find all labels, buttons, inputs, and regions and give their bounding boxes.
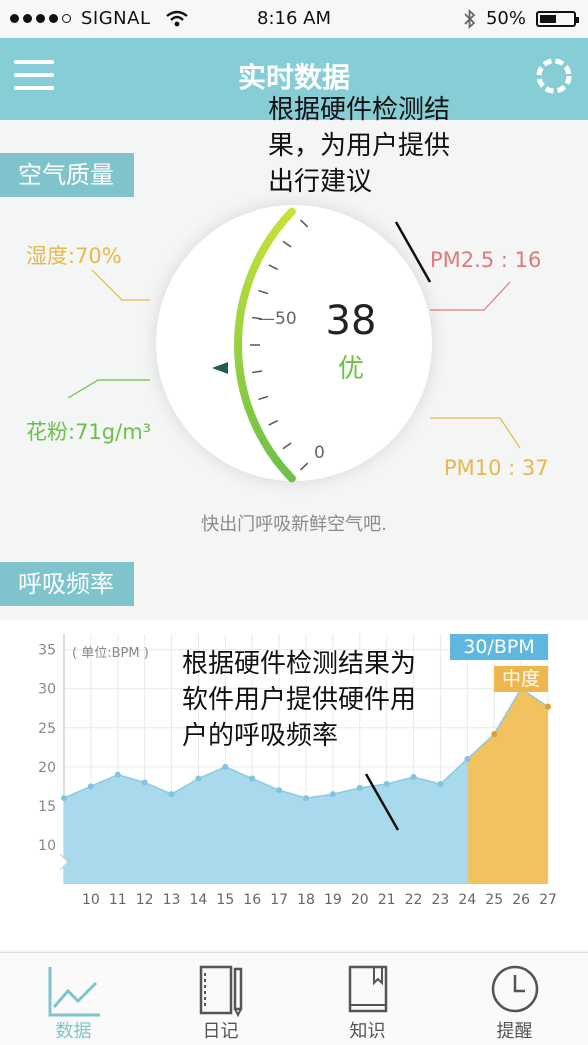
tab-reminder[interactable]: 提醒	[441, 953, 588, 1045]
x-tick-label: 25	[485, 892, 503, 908]
x-tick-label: 21	[378, 892, 396, 908]
x-tick-label: 20	[351, 892, 369, 908]
data-point	[168, 791, 175, 798]
annotation-top: 根据硬件检测结 果，为用户提供 出行建议	[268, 92, 450, 200]
gauge-pointer	[212, 362, 228, 374]
data-point	[222, 763, 229, 770]
data-point	[464, 756, 471, 762]
level-badge: 中度	[494, 666, 548, 692]
y-tick-label: 10	[38, 838, 56, 854]
gauge-tick	[299, 219, 309, 228]
pollen-label: 花粉:71g/m³	[26, 420, 152, 444]
tab-data[interactable]: 数据	[0, 953, 147, 1045]
x-tick-label: 22	[405, 892, 423, 908]
gauge-label-0: 0	[314, 443, 325, 463]
clock-icon	[491, 965, 538, 1013]
data-point	[303, 795, 309, 802]
gauge-tick	[252, 370, 263, 374]
area-highlight	[467, 688, 548, 884]
gauge-tick	[268, 264, 279, 271]
humidity-label: 湿度:70%	[26, 244, 122, 268]
pollen-connector	[67, 379, 150, 399]
annotation-chart: 根据硬件检测结果为 软件用户提供硬件用 户的呼吸频率	[182, 646, 416, 754]
data-point	[356, 784, 363, 791]
aqi-value: 38	[325, 298, 377, 344]
tab-label: 日记	[202, 1021, 239, 1042]
y-tick-label: 25	[38, 721, 56, 737]
gauge-arc	[234, 207, 296, 483]
data-point	[329, 791, 336, 798]
gauge-tick	[268, 419, 279, 426]
area-normal	[64, 759, 468, 884]
tab-label: 知识	[349, 1021, 386, 1042]
tab-diary[interactable]: 日记	[147, 953, 294, 1045]
data-point	[87, 783, 94, 790]
tab-label: 提醒	[496, 1021, 533, 1042]
current-rate-badge: 30/BPM	[450, 634, 548, 660]
data-point	[437, 781, 444, 787]
chart-line-icon	[48, 967, 100, 1017]
pm10-connector	[430, 417, 521, 449]
x-tick-label: 26	[512, 892, 530, 908]
pm25-label: PM2.5 : 16	[430, 248, 542, 272]
y-tick-label: 20	[38, 760, 56, 776]
y-tick-label: 15	[38, 799, 56, 815]
aqi-grade: 优	[337, 354, 364, 384]
data-point	[491, 731, 498, 737]
annotation-line: 根据硬件检测结果为	[182, 649, 417, 679]
gauge-tick	[282, 442, 292, 450]
x-tick-label: 14	[190, 892, 208, 908]
tab-label: 数据	[55, 1021, 92, 1042]
data-point	[195, 775, 202, 782]
x-tick-label: 15	[216, 892, 234, 908]
pm25-connector	[430, 281, 511, 311]
x-tick-label: 19	[324, 892, 342, 908]
x-tick-label: 23	[432, 892, 450, 908]
air-tip: 快出门呼吸新鲜空气吧.	[201, 514, 387, 535]
gauge-tick	[282, 240, 292, 248]
book-icon	[348, 965, 387, 1013]
x-tick-label: 27	[539, 892, 557, 908]
y-tick-label: 35	[38, 643, 56, 659]
tab-knowledge[interactable]: 知识	[294, 953, 441, 1045]
unit-label: ( 单位:BPM )	[72, 646, 149, 661]
x-tick-label: 11	[109, 892, 127, 908]
annotation-line: 出行建议	[268, 167, 373, 197]
x-tick-label: 12	[136, 892, 154, 908]
data-point	[141, 779, 148, 786]
breathing-section-title: 呼吸频率	[0, 562, 134, 606]
x-tick-label: 24	[458, 892, 476, 908]
humidity-connector	[91, 269, 150, 301]
diary-icon	[199, 965, 242, 1018]
data-point	[249, 775, 256, 782]
annotation-line: 软件用户提供硬件用	[182, 685, 417, 715]
gauge-label-50: —50	[258, 309, 297, 329]
gauge-tick	[299, 462, 309, 471]
gauge-tick	[258, 395, 269, 401]
y-tick-label: 30	[38, 682, 56, 698]
annotation-line: 根据硬件检测结	[268, 95, 451, 125]
x-tick-label: 18	[297, 892, 315, 908]
x-tick-label: 13	[163, 892, 181, 908]
data-point	[114, 771, 121, 778]
data-point	[383, 781, 390, 787]
tab-bar: 数据 日记 知识 提醒	[0, 952, 588, 1045]
data-point	[545, 703, 551, 710]
data-point	[61, 795, 67, 802]
x-tick-label: 16	[243, 892, 261, 908]
data-point	[276, 787, 283, 794]
annotation-line: 户的呼吸频率	[182, 721, 339, 751]
x-tick-label: 17	[270, 892, 288, 908]
x-tick-label: 10	[82, 892, 100, 908]
data-point	[410, 773, 417, 780]
pm10-label: PM10 : 37	[444, 456, 549, 480]
gauge-tick	[258, 289, 269, 295]
annotation-line: 果，为用户提供	[268, 131, 451, 161]
